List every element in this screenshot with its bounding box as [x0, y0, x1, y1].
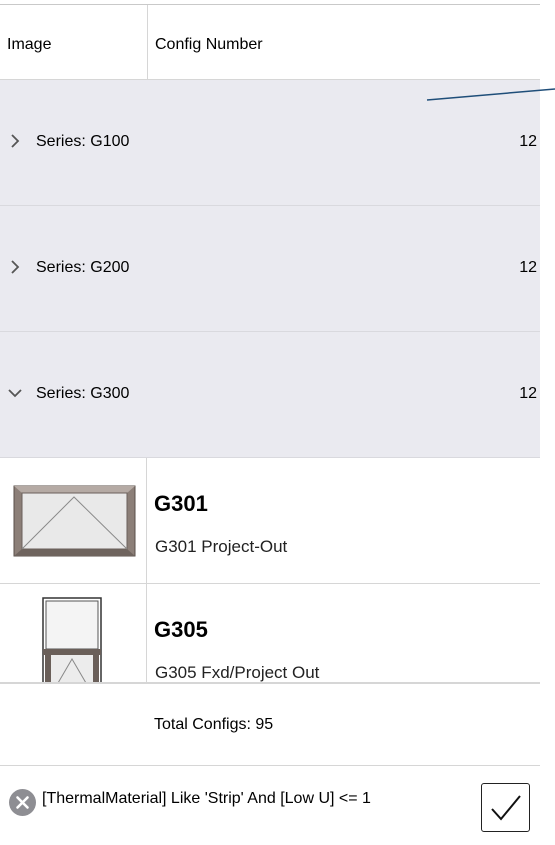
config-description: G305 Fxd/Project Out — [155, 663, 320, 682]
series-group-g300[interactable]: Series: G300 12 — [0, 332, 540, 458]
filter-bar: [ThermalMaterial] Like 'Strip' And [Low … — [0, 766, 540, 845]
checkmark-icon — [491, 795, 521, 821]
image-cell — [0, 584, 147, 682]
column-divider — [147, 5, 148, 80]
image-cell — [0, 458, 147, 583]
total-configs-label: Total Configs: 95 — [154, 716, 274, 733]
series-count: 12 — [519, 385, 537, 402]
series-count: 12 — [519, 259, 537, 276]
config-row-g305[interactable]: G305 G305 Fxd/Project Out — [0, 584, 540, 683]
fixed-project-out-window-icon — [42, 597, 102, 682]
total-configs-row: Total Configs: 95 — [0, 683, 540, 766]
config-code: G301 — [154, 491, 208, 516]
series-count: 12 — [519, 133, 537, 150]
series-label: Series: G200 — [36, 259, 130, 276]
config-list-panel: Image Config Number Series: G100 12 Seri… — [0, 0, 540, 845]
chevron-right-icon — [11, 260, 20, 274]
config-code: G305 — [154, 617, 208, 642]
config-number-column-header: Config Number — [155, 36, 263, 53]
chevron-down-icon — [8, 389, 22, 398]
clear-filter-icon[interactable] — [9, 789, 36, 816]
image-column-header: Image — [7, 36, 52, 53]
project-out-window-icon — [13, 485, 136, 557]
series-label: Series: G300 — [36, 385, 130, 402]
chevron-right-icon — [11, 134, 20, 148]
config-row-g301[interactable]: G301 G301 Project-Out — [0, 458, 540, 584]
series-label: Series: G100 — [36, 133, 130, 150]
table-header: Image Config Number — [0, 5, 540, 80]
series-group-g100[interactable]: Series: G100 12 — [0, 80, 540, 206]
apply-filter-button[interactable] — [481, 783, 530, 832]
config-description: G301 Project-Out — [155, 537, 288, 556]
series-group-g200[interactable]: Series: G200 12 — [0, 206, 540, 332]
filter-expression: [ThermalMaterial] Like 'Strip' And [Low … — [42, 790, 371, 807]
